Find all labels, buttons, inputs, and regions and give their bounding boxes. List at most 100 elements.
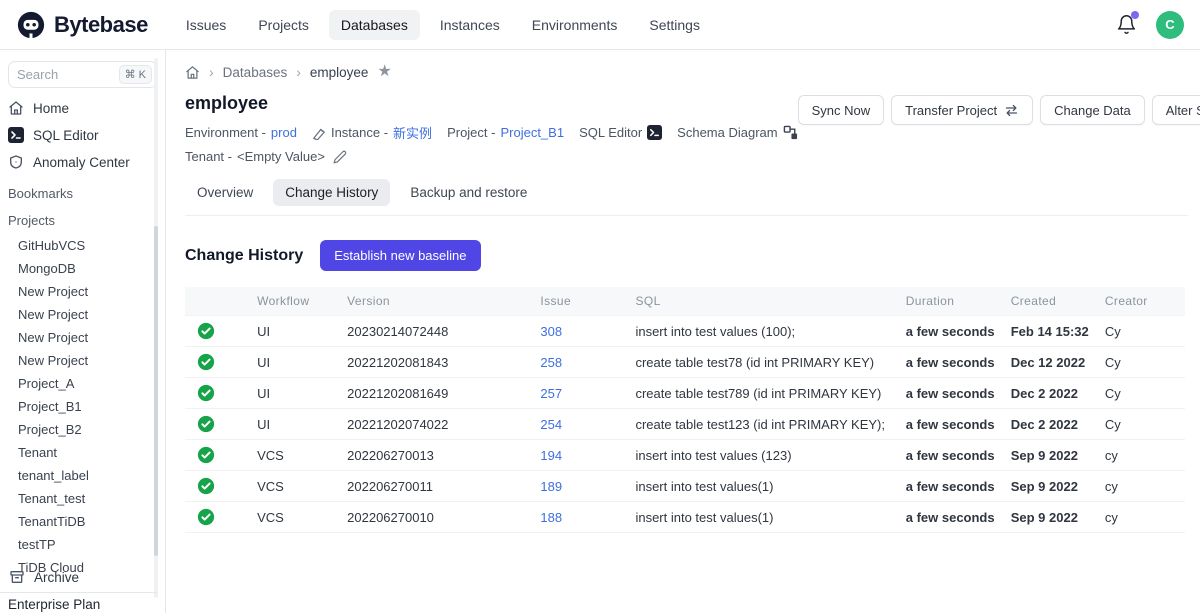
- sidebar-project-item[interactable]: Project_B1: [0, 395, 165, 418]
- topnav-item[interactable]: Databases: [329, 10, 420, 40]
- topnav-item[interactable]: Environments: [520, 10, 630, 40]
- change-data-button[interactable]: Change Data: [1040, 95, 1145, 125]
- transfer-arrows-icon: [1004, 103, 1019, 118]
- issue-link[interactable]: 257: [540, 386, 562, 401]
- cell-creator: Cy: [1097, 316, 1185, 347]
- tab[interactable]: Change History: [273, 179, 390, 206]
- notifications-button[interactable]: [1114, 13, 1138, 37]
- terminal-icon: [8, 127, 24, 143]
- alter-schema-button[interactable]: Alter Schema: [1152, 95, 1200, 125]
- cell-creator: cy: [1097, 502, 1185, 533]
- transfer-project-button[interactable]: Transfer Project: [891, 95, 1033, 125]
- sidebar-project-item[interactable]: testTP: [0, 533, 165, 556]
- topnav-item[interactable]: Issues: [174, 10, 238, 40]
- environment-link[interactable]: prod: [271, 125, 297, 140]
- breadcrumb-databases-link[interactable]: Databases: [223, 65, 288, 80]
- sidebar-project-item[interactable]: GitHubVCS: [0, 234, 165, 257]
- col-sql: SQL: [627, 287, 897, 316]
- cell-version: 202206270013: [339, 440, 532, 471]
- sidebar-item-sql-editor[interactable]: SQL Editor: [0, 123, 165, 147]
- schema-diagram-icon: [783, 125, 798, 140]
- cell-duration: a few seconds: [898, 378, 1003, 409]
- sidebar-project-item[interactable]: Project_B2: [0, 418, 165, 441]
- sidebar-section-bookmarks: Bookmarks: [0, 186, 165, 201]
- home-icon: [185, 65, 200, 80]
- cell-duration: a few seconds: [898, 316, 1003, 347]
- sidebar-project-item[interactable]: MongoDB: [0, 257, 165, 280]
- sidebar-section-projects: Projects: [0, 213, 165, 228]
- pencil-edit-icon[interactable]: [333, 150, 347, 164]
- sidebar-project-item[interactable]: tenant_label: [0, 464, 165, 487]
- topnav-item[interactable]: Instances: [428, 10, 512, 40]
- sync-now-button[interactable]: Sync Now: [798, 95, 885, 125]
- issue-link[interactable]: 254: [540, 417, 562, 432]
- avatar[interactable]: C: [1156, 11, 1184, 39]
- topnav-item[interactable]: Projects: [246, 10, 321, 40]
- instance-link[interactable]: 新实例: [393, 123, 432, 142]
- sidebar-project-item[interactable]: New Project: [0, 303, 165, 326]
- change-history-row[interactable]: VCS 202206270013 194 insert into test va…: [185, 440, 1185, 471]
- topnav-item[interactable]: Settings: [637, 10, 712, 40]
- schema-diagram-shortcut[interactable]: Schema Diagram: [677, 125, 797, 140]
- establish-baseline-button[interactable]: Establish new baseline: [320, 240, 480, 271]
- cell-sql: create table test123 (id int PRIMARY KEY…: [627, 409, 897, 440]
- sidebar-item-anomaly-center[interactable]: Anomaly Center: [0, 150, 165, 174]
- change-history-row[interactable]: UI 20221202081649 257 create table test7…: [185, 378, 1185, 409]
- change-history-row[interactable]: VCS 202206270010 188 insert into test va…: [185, 502, 1185, 533]
- cell-workflow: VCS: [249, 471, 339, 502]
- sidebar-item-archive[interactable]: Archive: [0, 565, 87, 589]
- breadcrumb: › Databases › employee ★: [185, 64, 1188, 80]
- cell-creator: Cy: [1097, 378, 1185, 409]
- sidebar-project-item[interactable]: New Project: [0, 349, 165, 372]
- brand-logo[interactable]: Bytebase: [16, 10, 148, 40]
- breadcrumb-current: employee: [310, 65, 369, 80]
- chevron-right-icon: ›: [209, 64, 214, 80]
- cell-created: Dec 12 2022: [1003, 347, 1097, 378]
- sidebar: ⌘ K Home SQL Editor A: [0, 50, 166, 613]
- sidebar-project-item[interactable]: TenantTiDB: [0, 510, 165, 533]
- sidebar-item-home[interactable]: Home: [0, 96, 165, 120]
- col-created: Created: [1003, 287, 1097, 316]
- cell-version: 202206270011: [339, 471, 532, 502]
- tenant-meta-row: Tenant - <Empty Value>: [185, 149, 798, 164]
- breadcrumb-home-link[interactable]: [185, 65, 200, 80]
- cell-duration: a few seconds: [898, 347, 1003, 378]
- col-status: [185, 287, 249, 316]
- project-label: Project -: [447, 125, 495, 140]
- top-bar: Bytebase Issues Projects Databases Insta…: [0, 0, 1200, 50]
- change-history-rows: UI 20230214072448 308 insert into test v…: [185, 316, 1185, 533]
- cell-creator: cy: [1097, 440, 1185, 471]
- tab[interactable]: Backup and restore: [398, 179, 539, 206]
- cell-workflow: UI: [249, 316, 339, 347]
- search-box[interactable]: ⌘ K: [8, 61, 157, 88]
- cell-creator: cy: [1097, 471, 1185, 502]
- search-input[interactable]: [17, 67, 107, 82]
- sidebar-scrollbar-thumb[interactable]: [154, 226, 158, 556]
- issue-link[interactable]: 308: [540, 324, 562, 339]
- status-done-icon: [197, 384, 215, 402]
- project-link[interactable]: Project_B1: [500, 125, 564, 140]
- issue-link[interactable]: 258: [540, 355, 562, 370]
- change-history-row[interactable]: UI 20221202081843 258 create table test7…: [185, 347, 1185, 378]
- bookmark-star-icon[interactable]: ★: [377, 64, 391, 80]
- issue-link[interactable]: 194: [540, 448, 562, 463]
- sidebar-project-item[interactable]: New Project: [0, 326, 165, 349]
- sidebar-project-item[interactable]: Project_A: [0, 372, 165, 395]
- status-done-icon: [197, 415, 215, 433]
- chevron-right-icon: ›: [296, 64, 301, 80]
- issue-link[interactable]: 189: [540, 479, 562, 494]
- change-history-row[interactable]: UI 20230214072448 308 insert into test v…: [185, 316, 1185, 347]
- sidebar-project-item[interactable]: Tenant: [0, 441, 165, 464]
- issue-link[interactable]: 188: [540, 510, 562, 525]
- tab[interactable]: Overview: [185, 179, 265, 206]
- cell-version: 20221202074022: [339, 409, 532, 440]
- change-history-row[interactable]: VCS 202206270011 189 insert into test va…: [185, 471, 1185, 502]
- sidebar-project-item[interactable]: Tenant_test: [0, 487, 165, 510]
- terminal-icon: [647, 125, 662, 140]
- change-history-row[interactable]: UI 20221202074022 254 create table test1…: [185, 409, 1185, 440]
- sql-editor-shortcut[interactable]: SQL Editor: [579, 125, 662, 140]
- sidebar-project-item[interactable]: New Project: [0, 280, 165, 303]
- cell-duration: a few seconds: [898, 471, 1003, 502]
- change-history-heading: Change History: [185, 247, 303, 265]
- notification-badge-dot: [1131, 11, 1139, 19]
